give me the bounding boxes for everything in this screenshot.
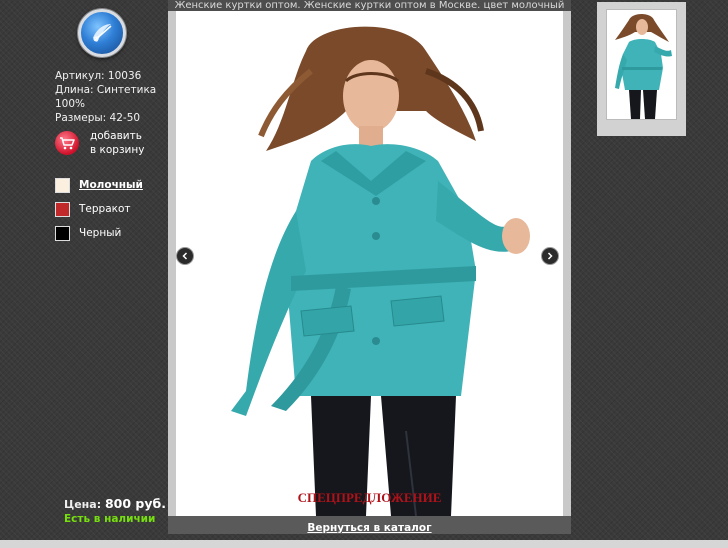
product-thumbnail[interactable] [606, 9, 677, 120]
return-bar: Вернуться в каталог [168, 516, 571, 534]
cart-icon [55, 131, 79, 155]
return-to-catalog-link[interactable]: Вернуться в каталог [307, 522, 431, 534]
logo-icon [93, 24, 112, 42]
promo-label: СПЕЦПРЕДЛОЖЕНИЕ [297, 490, 442, 505]
length-text: Длина: Синтетика [55, 84, 157, 96]
cart-label-line2: в корзину [90, 144, 145, 156]
color-swatch [55, 202, 70, 217]
next-image-button[interactable] [541, 247, 559, 265]
chevron-left-icon [182, 252, 188, 260]
thumbnail-frame[interactable] [597, 2, 686, 136]
price: Цена: 800 руб. [64, 496, 166, 511]
price-value: 800 руб. [104, 496, 166, 511]
price-label: Цена: [64, 498, 102, 511]
composition-text: 100% [55, 98, 86, 110]
prev-image-button[interactable] [176, 247, 194, 265]
logo[interactable] [78, 9, 126, 57]
color-label: Терракот [79, 203, 131, 215]
product-photo[interactable]: СПЕЦПРЕДЛОЖЕНИЕ [176, 11, 563, 516]
chevron-right-icon [547, 252, 553, 260]
cart-label-line1: добавить [90, 130, 142, 142]
image-caption: Женские куртки оптом. Женские куртки опт… [168, 0, 571, 11]
product-info: Артикул: 10036 Длина: Синтетика 100% Раз… [55, 69, 165, 125]
color-label: Молочный [79, 179, 143, 191]
stock-status: Есть в наличии [64, 513, 156, 525]
color-swatch [55, 178, 70, 193]
model-illustration [231, 26, 530, 516]
cart-label: добавить в корзину [90, 129, 144, 157]
article-text: Артикул: 10036 [55, 70, 142, 82]
thumbnail-illustration [615, 14, 672, 119]
bottom-strip [0, 540, 728, 548]
color-label: Черный [79, 227, 122, 239]
sizes-text: Размеры: 42-50 [55, 112, 141, 124]
color-swatch [55, 226, 70, 241]
add-to-cart-button[interactable]: добавить в корзину [55, 129, 165, 159]
product-image-frame: Женские куртки оптом. Женские куртки опт… [168, 0, 571, 534]
